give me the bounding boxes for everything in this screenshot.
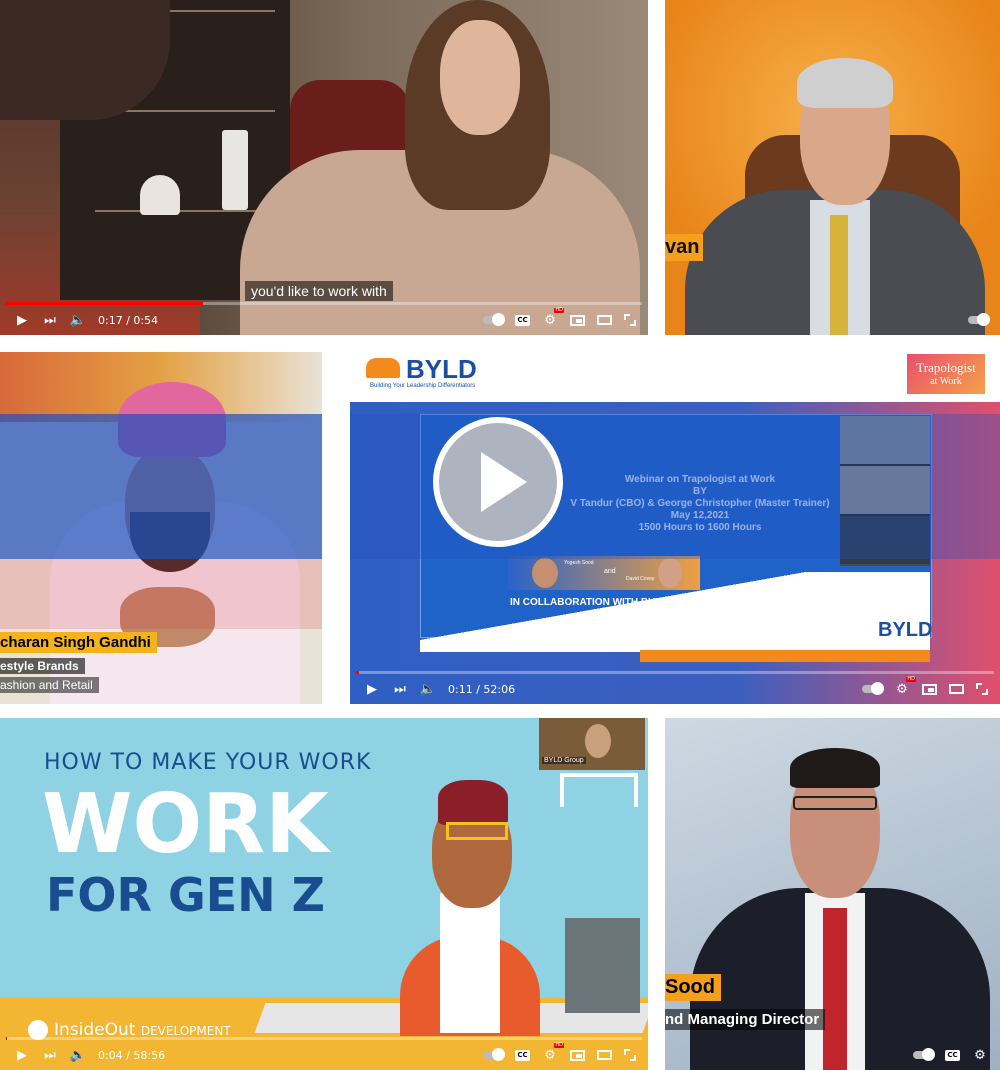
headline-big-1: WORK [42, 777, 329, 872]
fullscreen-icon[interactable] [624, 1049, 636, 1061]
autoplay-toggle[interactable] [483, 313, 505, 326]
video-frame [665, 0, 1000, 335]
miniplayer-icon[interactable] [570, 314, 585, 326]
byld-logo-icon [366, 358, 400, 378]
theater-icon[interactable] [597, 1050, 612, 1060]
volume-icon[interactable]: 🔈 [420, 682, 436, 696]
play-icon[interactable]: ▶ [364, 682, 380, 696]
fullscreen-icon[interactable] [976, 683, 988, 695]
next-icon[interactable]: ⏭ [392, 682, 408, 696]
play-icon[interactable]: ▶ [14, 1048, 30, 1062]
autoplay-toggle[interactable] [862, 682, 884, 695]
video-tile-6[interactable]: Sood nd Managing Director CC ⚙ [665, 718, 1000, 1070]
lower-third-line1: estyle Brands [0, 658, 85, 674]
video-tile-3[interactable]: charan Singh Gandhi estyle Brands ashion… [0, 352, 322, 704]
volume-icon[interactable]: 🔈 [70, 313, 86, 327]
autoplay-toggle[interactable] [483, 1048, 505, 1061]
video-tile-5[interactable]: HOW TO MAKE YOUR WORK WORK FOR GEN Z Ins… [0, 718, 648, 1070]
pip-video[interactable]: BYLD Group [539, 718, 645, 770]
volume-icon[interactable]: 🔈 [70, 1048, 86, 1062]
speaker1-avatar [532, 558, 558, 588]
fullscreen-icon[interactable] [624, 314, 636, 326]
video-tile-2[interactable]: van [665, 0, 1000, 335]
title-tag: nd Managing Director [665, 1009, 826, 1030]
theater-icon[interactable] [949, 684, 964, 694]
player-controls [665, 305, 1000, 335]
autoplay-toggle[interactable] [913, 1048, 935, 1061]
player-controls: ▶ ⏭ 🔈 0:04 / 58:56 CC ⚙ [0, 1040, 648, 1070]
player-controls: ▶ ⏭ 🔈 0:17 / 0:54 CC ⚙ [0, 305, 648, 335]
player-controls: ▶ ⏭ 🔈 0:11 / 52:06 ⚙ [350, 674, 1000, 704]
settings-icon[interactable]: ⚙ [894, 677, 916, 696]
settings-icon[interactable]: ⚙ [972, 1048, 988, 1062]
video-tile-1[interactable]: you'd like to work with ▶ ⏭ 🔈 0:17 / 0:5… [0, 0, 648, 335]
lower-third-line2: ashion and Retail [0, 677, 99, 693]
play-button[interactable] [433, 417, 563, 547]
miniplayer-icon[interactable] [922, 683, 937, 695]
blue-overlay-band [0, 414, 322, 559]
byld-header: BYLD Building Your Leadership Differenti… [350, 352, 1000, 402]
byld-logo: BYLD [406, 354, 477, 384]
play-icon[interactable]: ▶ [14, 313, 30, 327]
captions-icon[interactable]: CC [515, 1049, 530, 1061]
time-display: 0:17 / 0:54 [98, 313, 159, 327]
subtitle-caption: you'd like to work with [245, 281, 393, 301]
pip-person [585, 724, 611, 758]
time-display: 0:11 / 52:06 [448, 682, 516, 696]
captions-icon[interactable]: CC [945, 1049, 960, 1061]
lower-third-name: charan Singh Gandhi [0, 632, 157, 653]
name-tag: van [665, 234, 704, 261]
name-tag: Sood [665, 974, 721, 1001]
headline-big-2: FOR GEN Z [46, 868, 326, 922]
settings-icon[interactable]: ⚙ [542, 308, 564, 327]
next-icon[interactable]: ⏭ [42, 313, 58, 327]
byld-tagline: Building Your Leadership Differentiators [370, 383, 476, 389]
trapologist-badge: Trapologist at Work [907, 354, 985, 394]
player-controls: CC ⚙ [665, 1040, 1000, 1070]
video-tile-4[interactable]: BYLD Building Your Leadership Differenti… [350, 352, 1000, 704]
speaker2-avatar [658, 558, 682, 588]
theater-icon[interactable] [597, 315, 612, 325]
red-overlay-band [0, 559, 322, 629]
miniplayer-icon[interactable] [570, 1049, 585, 1061]
time-display: 0:04 / 58:56 [98, 1048, 166, 1062]
settings-icon[interactable]: ⚙ [542, 1043, 564, 1062]
captions-icon[interactable]: CC [515, 314, 530, 326]
autoplay-toggle[interactable] [968, 313, 990, 326]
collab-text: IN COLLABORATION WITH BYLD GROUP [510, 597, 708, 608]
play-icon [481, 452, 527, 512]
headline-small: HOW TO MAKE YOUR WORK [44, 750, 372, 775]
byld-logo-bottom: BYLD [878, 619, 933, 641]
next-icon[interactable]: ⏭ [42, 1048, 58, 1062]
speakers-banner: Yogesh Sood and David Covey [508, 556, 700, 590]
